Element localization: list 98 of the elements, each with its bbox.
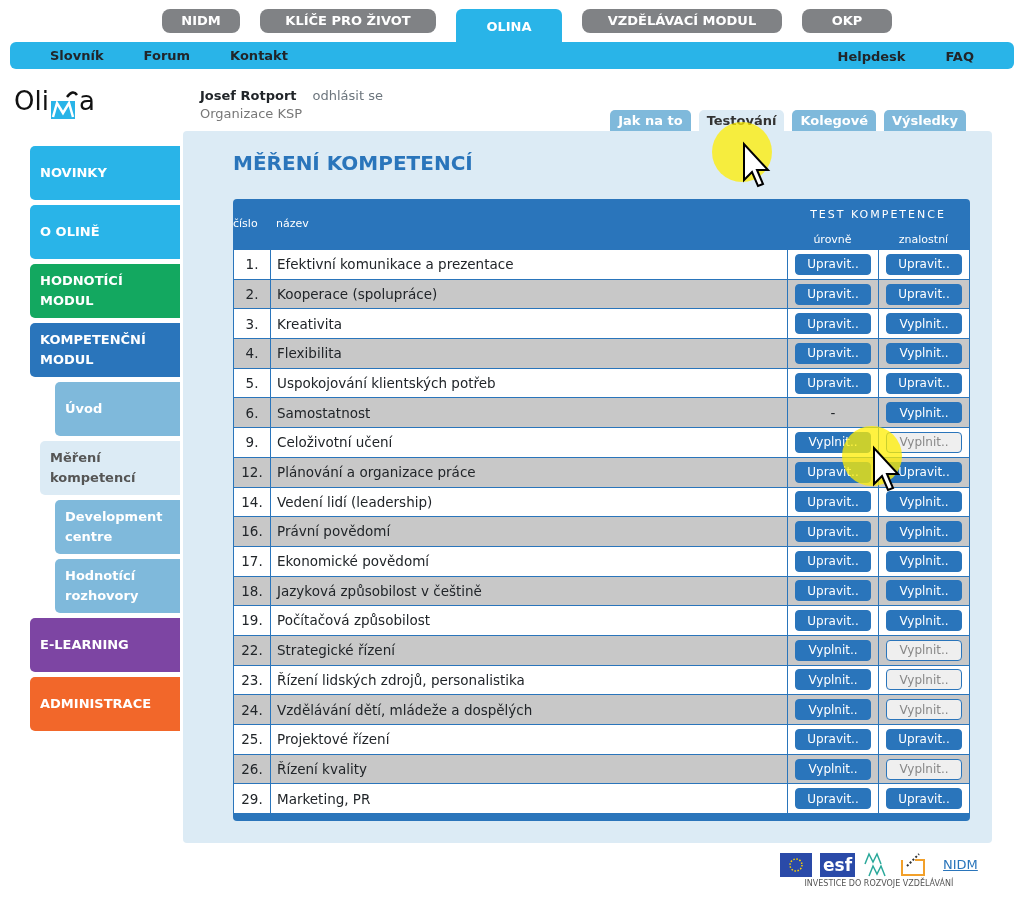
- action-button[interactable]: Upravit..: [795, 610, 871, 632]
- competence-name: Strategické řízení: [277, 641, 395, 661]
- action-button[interactable]: Upravit..: [795, 313, 871, 335]
- competence-name: Řízení lidských zdrojů, personalistika: [277, 670, 525, 690]
- competence-name: Kooperace (spolupráce): [277, 284, 438, 304]
- competence-name: Vedení lidí (leadership): [277, 492, 433, 512]
- row-number: 4.: [245, 344, 259, 364]
- competence-name: Efektivní komunikace a prezentace: [277, 255, 514, 275]
- row-number: 5.: [245, 373, 259, 393]
- action-button[interactable]: Upravit..: [795, 253, 871, 275]
- row-number: 19.: [241, 611, 263, 631]
- row-number: 29.: [241, 789, 263, 809]
- nav-link[interactable]: Slovník: [50, 45, 104, 66]
- nidm-logo: NIDM: [943, 856, 978, 875]
- sidebar-item[interactable]: KOMPETENČNÍ MODUL: [30, 323, 180, 377]
- action-button[interactable]: Upravit..: [795, 283, 871, 305]
- action-button[interactable]: Vyplnit..: [886, 550, 962, 572]
- top-tab[interactable]: OKP: [802, 9, 892, 33]
- competence-name: Jazyková způsobilost v češtině: [277, 581, 482, 601]
- row-number: 22.: [241, 641, 263, 661]
- row-number: 16.: [241, 522, 263, 542]
- row-number: 23.: [241, 670, 263, 690]
- action-button[interactable]: Upravit..: [795, 372, 871, 394]
- column-header: znalostní: [898, 232, 949, 246]
- row-number: 26.: [241, 759, 263, 779]
- user-name: Josef Rotport: [200, 88, 297, 103]
- row-number: 14.: [241, 492, 263, 512]
- page-title: MĚŘENÍ KOMPETENCÍ: [233, 151, 474, 175]
- column-header: číslo: [233, 215, 258, 232]
- action-button[interactable]: Vyplnit..: [795, 699, 871, 721]
- sidebar-item[interactable]: E-LEARNING: [30, 618, 180, 672]
- action-button[interactable]: Upravit..: [886, 788, 962, 810]
- action-button[interactable]: Vyplnit..: [795, 639, 871, 661]
- competence-name: Řízení kvality: [277, 759, 367, 779]
- row-number: 2.: [245, 284, 259, 304]
- row-number: 24.: [241, 700, 263, 720]
- tagline: INVESTICE DO ROZVOJE VZDĚLÁVÁNÍ: [804, 878, 954, 890]
- esf-logo: esf: [820, 853, 856, 877]
- competence-name: Ekonomické povědomí: [277, 552, 430, 572]
- competence-name: Projektové řízení: [277, 730, 390, 750]
- action-button[interactable]: Upravit..: [886, 728, 962, 750]
- row-number: 6.: [245, 403, 259, 423]
- nav-link[interactable]: FAQ: [945, 48, 974, 64]
- competence-name: Uspokojování klientských potřeb: [277, 373, 496, 393]
- action-button[interactable]: Vyplnit..: [886, 313, 962, 335]
- top-tab[interactable]: NIDM: [162, 9, 240, 33]
- row-number: 3.: [245, 314, 259, 334]
- row-number: 18.: [241, 581, 263, 601]
- row-number: 9.: [245, 433, 259, 453]
- action-button[interactable]: Vyplnit..: [886, 521, 962, 543]
- eu-flag-icon: [780, 853, 812, 877]
- competence-name: Vzdělávání dětí, mládeže a dospělých: [277, 700, 533, 720]
- action-button[interactable]: Upravit..: [886, 253, 962, 275]
- nav-link[interactable]: Kontakt: [230, 45, 288, 66]
- column-header: název: [276, 215, 309, 232]
- action-button[interactable]: Vyplnit..: [886, 491, 962, 513]
- action-button[interactable]: Upravit..: [886, 283, 962, 305]
- action-button[interactable]: Upravit..: [795, 342, 871, 364]
- nav-link[interactable]: Helpdesk: [837, 48, 906, 64]
- competence-name: Flexibilita: [277, 344, 342, 364]
- logo-text: Oli: [14, 85, 49, 118]
- top-tab[interactable]: VZDĚLÁVACÍ MODUL: [582, 9, 782, 33]
- competence-name: Celoživotní učení: [277, 433, 393, 453]
- frame-logo-icon: [899, 852, 928, 878]
- competence-name: Počítačová způsobilost: [277, 611, 431, 631]
- organization-name: Organizace KSP: [200, 105, 304, 124]
- action-button[interactable]: Vyplnit..: [886, 580, 962, 602]
- column-header: úrovně: [813, 232, 852, 246]
- sidebar-item[interactable]: ADMINISTRACE: [30, 677, 180, 731]
- action-button[interactable]: Upravit..: [795, 788, 871, 810]
- column-group-header: TEST KOMPETENCE: [810, 207, 946, 223]
- action-button[interactable]: Upravit..: [795, 550, 871, 572]
- competence-name: Kreativita: [277, 314, 343, 334]
- action-button[interactable]: Vyplnit..: [795, 758, 871, 780]
- action-button[interactable]: Upravit..: [795, 521, 871, 543]
- sidebar-item[interactable]: HODNOTÍCÍ MODUL: [30, 264, 180, 318]
- action-button[interactable]: Upravit..: [795, 728, 871, 750]
- row-number: 1.: [245, 255, 259, 275]
- table-cell-text: -: [830, 403, 836, 423]
- action-button[interactable]: Vyplnit..: [886, 610, 962, 632]
- competence-name: Marketing, PR: [277, 789, 371, 809]
- row-number: 25.: [241, 730, 263, 750]
- action-button[interactable]: Upravit..: [886, 372, 962, 394]
- competence-name: Plánování a organizace práce: [277, 463, 476, 483]
- competence-name: Samostatnost: [277, 403, 371, 423]
- logout-link[interactable]: odhlásit se: [312, 88, 383, 103]
- row-number: 12.: [241, 463, 263, 483]
- sidebar-item[interactable]: Měření kompetencí: [40, 441, 180, 495]
- row-number: 17.: [241, 552, 263, 572]
- competence-name: Právní povědomí: [277, 522, 391, 542]
- top-tab[interactable]: KLÍČE PRO ŽIVOT: [260, 9, 436, 33]
- action-button[interactable]: Vyplnit..: [795, 669, 871, 691]
- logo-text: a: [78, 85, 95, 118]
- action-button[interactable]: Upravit..: [795, 580, 871, 602]
- action-button[interactable]: Upravit..: [795, 491, 871, 513]
- action-button[interactable]: Vyplnit..: [886, 402, 962, 424]
- nav-link[interactable]: Forum: [143, 45, 191, 66]
- action-button[interactable]: Vyplnit..: [886, 342, 962, 364]
